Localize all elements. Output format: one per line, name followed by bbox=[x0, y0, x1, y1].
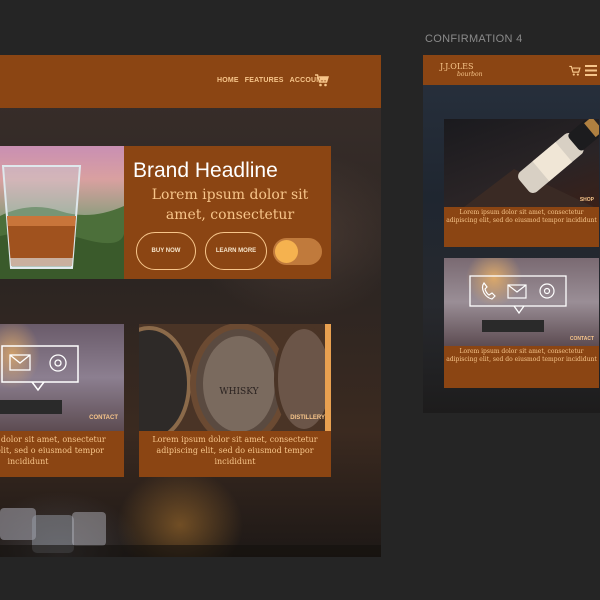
desktop-header: HOME FEATURES ACCOUNT bbox=[0, 55, 381, 108]
desktop-frame: HOME FEATURES ACCOUNT Brand Headline Lor… bbox=[0, 55, 381, 557]
menu-icon[interactable] bbox=[585, 65, 597, 76]
bourbon-bottle-image bbox=[444, 119, 599, 207]
svg-text:WHISKY: WHISKY bbox=[219, 387, 259, 397]
hero-toggle[interactable] bbox=[273, 238, 322, 265]
frame-label: CONFIRMATION 4 bbox=[425, 33, 523, 45]
desktop-card-distillery[interactable]: WHISKY DISTILLERY Lorem ipsum dolor sit … bbox=[139, 324, 331, 477]
contact-icons-box bbox=[1, 345, 79, 383]
toggle-knob bbox=[275, 240, 298, 263]
hero-whiskey-glass-image bbox=[0, 146, 124, 279]
hero-subheadline: Lorem ipsum dolor sit amet, consectetur bbox=[151, 187, 309, 223]
card-tag-contact: CONTACT bbox=[569, 336, 594, 342]
phone-icon bbox=[481, 281, 496, 300]
desktop-nav: HOME FEATURES ACCOUNT bbox=[217, 77, 326, 84]
card-tag-contact: CONTACT bbox=[89, 415, 118, 421]
learn-more-button[interactable]: LEARN MORE bbox=[205, 232, 267, 270]
at-icon bbox=[49, 354, 67, 372]
cart-icon[interactable] bbox=[314, 72, 330, 88]
desktop-card-contact[interactable]: CONTACT orem ipsum dolor sit amet, onsec… bbox=[0, 324, 124, 477]
card-tag-distillery: DISTILLERY bbox=[290, 415, 325, 421]
mobile-card-contact[interactable]: CONTACT Lorem ipsum dolor sit amet, cons… bbox=[444, 258, 599, 388]
cart-icon[interactable] bbox=[568, 64, 582, 77]
card-text: Lorem ipsum dolor sit amet, consectetur … bbox=[446, 348, 597, 363]
brand-logo-script: bourbon bbox=[457, 71, 483, 78]
contact-card-image bbox=[444, 258, 599, 346]
mobile-header: J.J.OLES bourbon bbox=[423, 55, 600, 85]
mobile-frame: J.J.OLES bourbon SHOP Lorem ipsum dolor … bbox=[423, 55, 600, 413]
hero-headline: Brand Headline bbox=[133, 159, 278, 182]
mobile-card-shop[interactable]: SHOP Lorem ipsum dolor sit amet, consect… bbox=[444, 119, 599, 247]
card-text: Lorem ipsum dolor sit amet, consectetur … bbox=[446, 209, 597, 224]
at-icon bbox=[539, 283, 555, 299]
card-tag-shop: SHOP bbox=[579, 197, 594, 203]
nav-features[interactable]: FEATURES bbox=[245, 77, 284, 84]
ice-cubes-background bbox=[0, 508, 381, 557]
nav-home[interactable]: HOME bbox=[217, 77, 239, 84]
card-text: orem ipsum dolor sit amet, onsectetur ad… bbox=[0, 435, 106, 466]
buy-now-button[interactable]: BUY NOW bbox=[136, 232, 196, 270]
brand-logo[interactable]: J.J.OLES bbox=[440, 63, 473, 71]
card-text: Lorem ipsum dolor sit amet, consectetur … bbox=[152, 435, 318, 466]
